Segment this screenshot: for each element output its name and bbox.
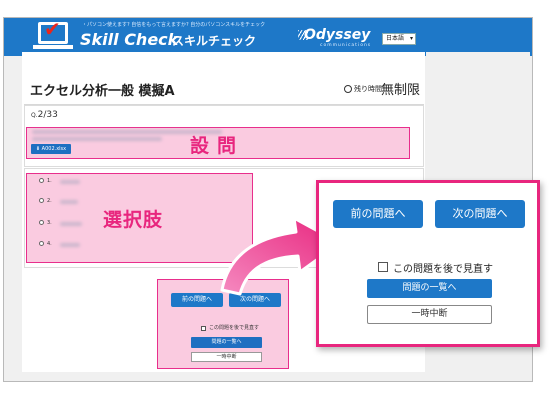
question-text-blurred <box>32 137 162 141</box>
question-number: Q.2/33 <box>31 110 58 120</box>
remaining-time-value: 無制限 <box>381 83 421 98</box>
choice-1-number: 1. <box>47 178 52 184</box>
brand-subtitle: communications <box>320 43 372 48</box>
choice-2-number: 2. <box>47 198 52 204</box>
choice-3-number: 3. <box>47 220 52 226</box>
remaining-time-label: 残り時間 <box>354 85 382 93</box>
review-later-checkbox[interactable] <box>378 262 388 272</box>
prev-question-button[interactable]: 前の問題へ <box>333 200 423 228</box>
next-question-button[interactable]: 次の問題へ <box>435 200 525 228</box>
question-prefix: Q. <box>31 112 38 119</box>
choice-1-text-blurred <box>60 180 80 184</box>
monitor-stand-icon <box>33 45 73 49</box>
pause-button[interactable]: 一時中断 <box>367 305 492 324</box>
review-later-label-small: この問題を後で見直す <box>209 325 260 331</box>
checkmark-icon: ✔ <box>44 17 61 41</box>
app-name: Skill Check <box>80 30 179 49</box>
question-list-button-small[interactable]: 問題の一覧へ <box>191 337 262 348</box>
choice-2-text-blurred <box>60 200 78 204</box>
review-later-label: この問題を後で見直す <box>393 264 493 275</box>
language-value: 日本語 <box>386 35 405 42</box>
choice-1-radio[interactable] <box>39 178 44 183</box>
choices-callout-label: 選択肢 <box>103 209 164 231</box>
header-bar: ✔ ・パソコン使えます? 自信をもって言えますか? 自分のパソコンスキルをチェッ… <box>4 18 532 56</box>
pause-button-small[interactable]: 一時中断 <box>191 352 262 362</box>
choice-2-radio[interactable] <box>39 198 44 203</box>
attachment-filename: A002.xlsx <box>41 146 67 152</box>
choice-4-radio[interactable] <box>39 241 44 246</box>
language-select[interactable]: 日本語 ▾ <box>382 33 416 45</box>
chevron-down-icon: ▾ <box>409 35 413 42</box>
choice-3-text-blurred <box>60 222 82 226</box>
question-list-button[interactable]: 問題の一覧へ <box>367 279 492 298</box>
screenshot-stage: ✔ ・パソコン使えます? 自信をもって言えますか? 自分のパソコンスキルをチェッ… <box>0 0 550 400</box>
next-question-button-small[interactable]: 次の問題へ <box>229 293 281 307</box>
question-callout-label: 設問 <box>190 135 245 157</box>
app-name-kana: スキルチェック <box>172 34 257 48</box>
question-counter: 2/33 <box>37 110 58 120</box>
review-later-checkbox-small[interactable] <box>201 326 206 331</box>
prev-question-button-small[interactable]: 前の問題へ <box>171 293 223 307</box>
choice-4-number: 4. <box>47 241 52 247</box>
choice-4-text-blurred <box>60 243 80 247</box>
exam-title: エクセル分析一般 模擬A <box>30 84 175 99</box>
header-tagline: ・パソコン使えます? 自信をもって言えますか? 自分のパソコンスキルをチェック <box>82 22 266 28</box>
brand-name: Odyssey <box>304 27 371 43</box>
clock-icon <box>344 85 352 93</box>
choice-3-radio[interactable] <box>39 220 44 225</box>
attachment-download-button[interactable]: ⬇ A002.xlsx <box>31 144 71 154</box>
